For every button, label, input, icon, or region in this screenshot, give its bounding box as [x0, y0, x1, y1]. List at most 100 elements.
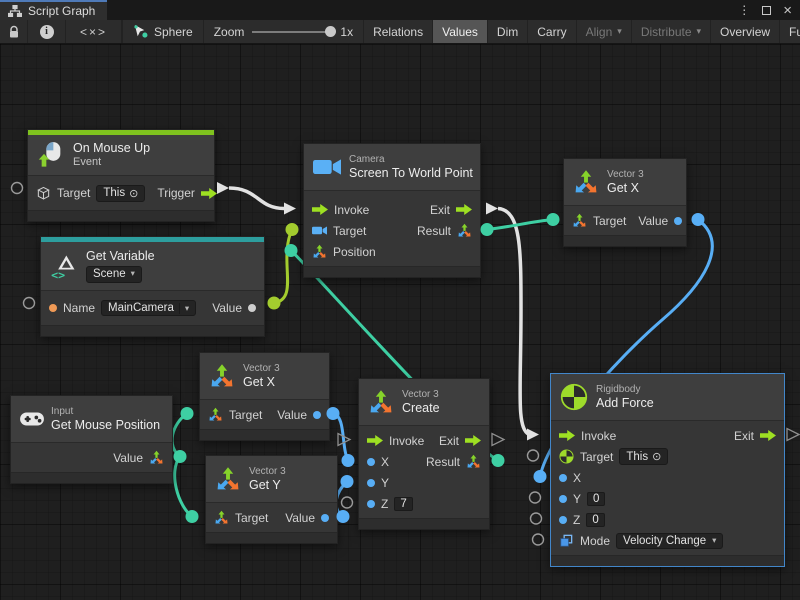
- self-target-icon: ⊙: [652, 450, 661, 463]
- exit-label: Exit: [430, 203, 450, 217]
- flow-arrow-icon[interactable]: [367, 435, 383, 446]
- dim-button[interactable]: Dim: [488, 20, 528, 43]
- tab-script-graph[interactable]: Script Graph: [0, 0, 107, 20]
- node-on-mouse-up[interactable]: On Mouse Up Event Target This ⊙ Trigger: [27, 129, 215, 222]
- value-port[interactable]: [674, 217, 682, 225]
- x-port[interactable]: [559, 474, 567, 482]
- dim-label: Dim: [497, 25, 518, 39]
- align-button[interactable]: Align▾: [577, 20, 632, 43]
- overview-button[interactable]: Overview: [711, 20, 780, 43]
- node-add-force[interactable]: Rigidbody Add Force Invoke Exit Target T…: [550, 373, 785, 567]
- y-port[interactable]: [559, 495, 567, 503]
- chevron-down-icon: ▾: [131, 269, 135, 279]
- scope-value: Scene: [93, 268, 126, 281]
- value-port[interactable]: [321, 514, 329, 522]
- node-get-variable[interactable]: Get Variable Scene ▾ Name MainCamera ▾ V…: [40, 236, 265, 337]
- align-label: Align: [586, 25, 613, 39]
- value-port[interactable]: [248, 304, 256, 312]
- camera-icon[interactable]: [312, 223, 327, 238]
- vector3-icon[interactable]: [457, 223, 472, 238]
- window-menu-icon[interactable]: ⋮: [738, 4, 750, 16]
- y-port[interactable]: [367, 479, 375, 487]
- variable-name-dropdown[interactable]: MainCamera ▾: [101, 300, 196, 316]
- value-port[interactable]: [313, 411, 321, 419]
- zoom-slider[interactable]: [252, 31, 332, 33]
- tab-strip: Script Graph ⋮ ×: [0, 0, 800, 20]
- tab-title: Script Graph: [28, 4, 95, 18]
- zoom-to-fit-button[interactable]: <×>: [66, 20, 122, 43]
- target-self-button[interactable]: This ⊙: [619, 448, 668, 465]
- target-self-button[interactable]: This ⊙: [96, 185, 145, 202]
- script-asset-icon: [133, 24, 148, 39]
- lock-button[interactable]: [0, 20, 28, 43]
- close-icon[interactable]: ×: [783, 3, 792, 18]
- node-create-vector3[interactable]: Vector 3 Create Invoke Exit X Result: [358, 378, 490, 530]
- node-get-mouse-position[interactable]: Input Get Mouse Position Value: [10, 395, 173, 484]
- node-category: Vector 3: [249, 466, 286, 478]
- node-subtitle: Event: [73, 156, 150, 169]
- node-category: Vector 3: [243, 363, 280, 375]
- carry-button[interactable]: Carry: [528, 20, 576, 43]
- breadcrumb[interactable]: Sphere: [122, 20, 204, 43]
- value-label: Value: [638, 214, 668, 228]
- vector3-icon[interactable]: [312, 244, 327, 259]
- vector3-icon[interactable]: [214, 510, 229, 525]
- position-label: Position: [333, 245, 376, 259]
- node-category: Rigidbody: [596, 384, 654, 396]
- chevron-down-icon: ▾: [697, 26, 702, 37]
- value-label: Value: [113, 451, 143, 465]
- distribute-button[interactable]: Distribute▾: [632, 20, 711, 43]
- exit-label: Exit: [439, 434, 459, 448]
- graph-toolbar: i <×> Sphere Zoom 1x Relations Values Di…: [0, 20, 800, 44]
- scope-dropdown[interactable]: Scene ▾: [86, 266, 142, 283]
- z-input[interactable]: 0: [586, 513, 604, 527]
- enum-mode-icon[interactable]: [559, 533, 574, 548]
- flow-arrow-icon[interactable]: [201, 188, 217, 199]
- script-graph-window: Script Graph ⋮ × i <×> Sphere Zoom 1x Re…: [0, 0, 800, 600]
- z-port[interactable]: [367, 500, 375, 508]
- invoke-label: Invoke: [581, 429, 616, 443]
- target-value: This: [103, 187, 125, 199]
- y-input[interactable]: 0: [587, 492, 605, 506]
- rigidbody-icon[interactable]: [559, 449, 574, 464]
- node-get-x-top[interactable]: Vector 3 Get X Target Value: [563, 158, 687, 247]
- zoom-value: 1x: [340, 25, 353, 39]
- carry-label: Carry: [537, 25, 566, 39]
- value-label: Value: [212, 301, 242, 315]
- lock-icon: [8, 25, 20, 38]
- node-title: Get X: [243, 375, 280, 389]
- rigidbody-icon: [560, 383, 588, 411]
- flow-arrow-icon[interactable]: [465, 435, 481, 446]
- values-button[interactable]: Values: [433, 20, 488, 43]
- mode-dropdown[interactable]: Velocity Change ▾: [616, 533, 723, 549]
- maximize-icon[interactable]: [762, 6, 771, 15]
- invoke-label: Invoke: [334, 203, 369, 217]
- node-footer: [304, 266, 480, 277]
- flow-arrow-icon[interactable]: [456, 204, 472, 215]
- flow-arrow-icon[interactable]: [312, 204, 328, 215]
- x-port[interactable]: [367, 458, 375, 466]
- relations-button[interactable]: Relations: [364, 20, 433, 43]
- target-label: Target: [580, 450, 613, 464]
- node-get-y[interactable]: Vector 3 Get Y Target Value: [205, 455, 338, 544]
- node-get-x-mid[interactable]: Vector 3 Get X Target Value: [199, 352, 330, 441]
- zoom-slider-knob[interactable]: [325, 26, 336, 37]
- vector3-icon[interactable]: [466, 454, 481, 469]
- node-footer: [206, 532, 337, 543]
- x-label: X: [573, 471, 581, 485]
- z-input[interactable]: 7: [394, 497, 412, 511]
- name-label: Name: [63, 301, 95, 315]
- node-title: On Mouse Up: [73, 141, 150, 155]
- info-button[interactable]: i: [28, 20, 66, 43]
- full-screen-button[interactable]: Full Screen: [780, 20, 800, 43]
- vector3-icon[interactable]: [149, 450, 164, 465]
- vector3-icon[interactable]: [208, 407, 223, 422]
- node-category: Vector 3: [402, 389, 440, 401]
- flow-arrow-icon[interactable]: [559, 430, 575, 441]
- flow-arrow-icon[interactable]: [760, 430, 776, 441]
- node-title: Get Mouse Position: [51, 418, 160, 432]
- z-port[interactable]: [559, 516, 567, 524]
- vector3-icon[interactable]: [572, 213, 587, 228]
- node-screen-to-world-point[interactable]: Camera Screen To World Point Invoke Exit…: [303, 143, 481, 278]
- name-port[interactable]: [49, 304, 57, 312]
